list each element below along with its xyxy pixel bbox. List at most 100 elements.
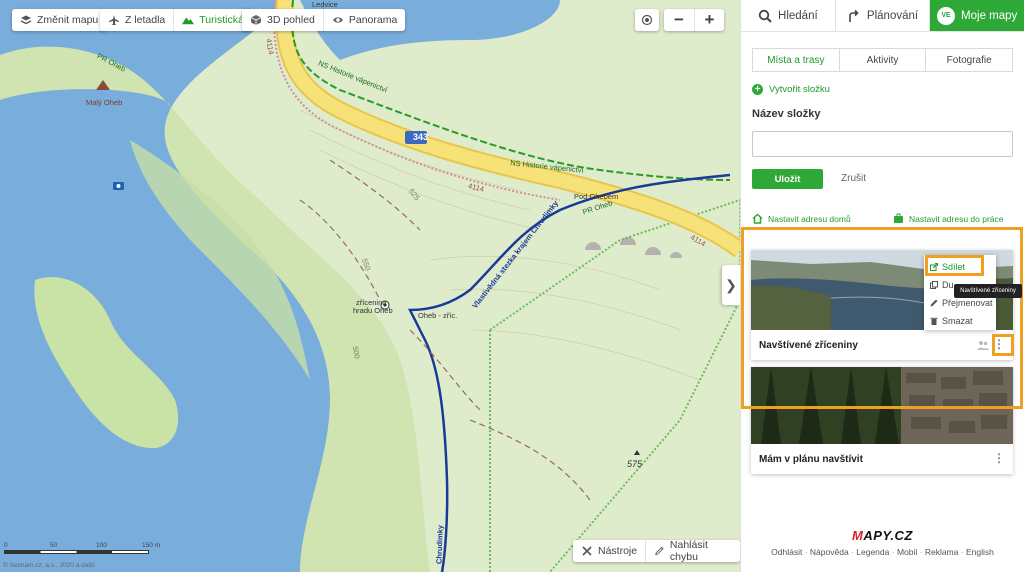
tab-places-routes[interactable]: Místa a trasy <box>753 49 839 71</box>
tools-label: Nástroje <box>598 545 638 557</box>
folder-name-label: Název složky <box>752 108 821 120</box>
delete-label: Smazat <box>942 316 973 326</box>
scale-tick: 0 <box>4 542 8 549</box>
tools-button[interactable]: Nástroje <box>573 540 645 562</box>
map-scale: 0 50 100 150 m <box>4 542 160 554</box>
cube-icon <box>250 15 262 25</box>
map-type-switcher[interactable]: Z letadla Turistická <box>100 9 252 31</box>
elevation-label: 575 <box>627 459 643 469</box>
save-button[interactable]: Uložit <box>752 169 823 189</box>
search-icon <box>758 9 772 23</box>
folder-card[interactable]: Mám v plánu navštívit ⋮ <box>751 367 1013 474</box>
footer-link-english[interactable]: English <box>961 547 994 557</box>
elevation-label: 500 <box>350 345 362 360</box>
locate-me-button[interactable] <box>635 9 659 31</box>
shared-users-icon <box>977 341 989 350</box>
folder-card-title: Mám v plánu navštívit ⋮ <box>751 444 1013 474</box>
aerial-map-label: Z letadla <box>125 14 166 26</box>
folder-title-text: Mám v plánu navštívit <box>759 453 863 465</box>
zoom-in-button[interactable]: + <box>694 9 724 31</box>
chevron-right-icon: ❯ <box>725 276 737 293</box>
panel-footer: Odhlásit Nápověda Legenda Mobil Reklama … <box>741 547 1024 557</box>
target-icon <box>641 14 653 26</box>
airplane-icon <box>109 15 119 25</box>
stop-label: Oheb - zříc. <box>418 311 458 320</box>
content-tabs: Místa a trasy Aktivity Fotografie <box>752 48 1013 72</box>
tourist-map-label: Turistická <box>199 14 244 26</box>
tools-icon <box>582 546 592 556</box>
briefcase-icon <box>894 213 903 223</box>
duplicate-label: Du <box>942 280 954 290</box>
pencil-icon <box>655 546 664 556</box>
folder-name-input[interactable] <box>752 131 1013 157</box>
poi-label: hradu Oheb <box>353 306 393 315</box>
footer-link-legend[interactable]: Legenda <box>851 547 889 557</box>
set-work-link[interactable]: Nastavit adresu do práce <box>893 213 1004 224</box>
mapy-cz-logo[interactable]: MAPY.CZ <box>852 528 913 543</box>
place-label: Pod Ohebem <box>574 192 619 201</box>
footer-link-logout[interactable]: Odhlásit <box>771 547 802 557</box>
folder-card-title: Navštívené zříceniny ⋮ <box>751 330 1013 360</box>
planning-tab-label: Plánování <box>866 9 919 22</box>
share-menu-item[interactable]: Sdílet <box>924 258 996 276</box>
map-copyright: © Seznam.cz, a.s., 2020 a další <box>3 562 95 569</box>
change-map-label: Změnit mapu <box>37 14 99 26</box>
peak-label: Malý Oheb <box>86 98 123 107</box>
home-icon <box>752 213 763 224</box>
cancel-button[interactable]: Zrušit <box>841 173 866 184</box>
aerial-map-button[interactable]: Z letadla <box>100 9 173 31</box>
tab-photos[interactable]: Fotografie <box>925 49 1012 71</box>
footer-link-ads[interactable]: Reklama <box>920 547 959 557</box>
more-options-button[interactable]: ⋮ <box>993 338 1005 350</box>
copy-icon <box>930 281 938 289</box>
more-options-button[interactable]: ⋮ <box>993 452 1005 464</box>
panorama-label: Panorama <box>348 14 398 26</box>
panel-top-nav: Hledání Plánování VE Moje mapy <box>741 0 1024 32</box>
share-icon <box>930 263 938 271</box>
3d-view-button[interactable]: 3D pohled <box>242 9 323 31</box>
report-error-button[interactable]: Nahlásit chybu <box>645 539 740 563</box>
my-maps-tab[interactable]: VE Moje mapy <box>930 0 1024 31</box>
report-error-label: Nahlásit chybu <box>669 539 708 563</box>
zoom-controls: − + <box>664 9 724 31</box>
place-label: Ledvice <box>312 0 338 9</box>
planning-tab[interactable]: Plánování <box>836 0 931 31</box>
plus-icon: + <box>752 84 763 95</box>
create-folder-label: Vytvořit složku <box>769 84 830 95</box>
view-switcher[interactable]: 3D pohled Panorama <box>242 9 406 31</box>
delete-menu-item[interactable]: Smazat <box>924 312 996 330</box>
trash-icon <box>930 317 938 325</box>
footer-link-mobile[interactable]: Mobil <box>892 547 918 557</box>
search-tab[interactable]: Hledání <box>741 0 836 31</box>
pencil-icon <box>930 299 938 307</box>
set-home-label: Nastavit adresu domů <box>768 213 851 224</box>
map-bottom-tools: Nástroje Nahlásit chybu <box>573 539 740 563</box>
create-folder-link[interactable]: + Vytvořit složku <box>752 84 830 95</box>
path-label: Chrudimky <box>434 524 445 565</box>
map-canvas[interactable]: 343 NS Historie vápenictví NS Historie v… <box>0 0 740 572</box>
tooltip: Navštívené zříceniny <box>954 284 1022 298</box>
tab-activities[interactable]: Aktivity <box>838 49 926 71</box>
layers-icon <box>20 15 32 25</box>
avatar: VE <box>937 6 956 25</box>
zoom-out-button[interactable]: − <box>664 9 694 31</box>
scale-tick: 150 m <box>142 542 161 549</box>
collapse-panel-button[interactable]: ❯ <box>722 265 740 305</box>
search-tab-label: Hledání <box>778 9 818 22</box>
road-shield-label: 343 <box>413 132 429 142</box>
panorama-button[interactable]: Panorama <box>322 9 405 31</box>
share-label: Sdílet <box>942 262 966 272</box>
footer-link-help[interactable]: Nápověda <box>805 547 849 557</box>
route-arrow-icon <box>849 9 859 22</box>
folder-title-text: Navštívené zříceniny <box>759 339 858 351</box>
tourist-map-button[interactable]: Turistická <box>173 9 252 31</box>
rename-label: Přejmenovat <box>942 298 993 308</box>
scale-bar <box>4 550 149 554</box>
set-home-link[interactable]: Nastavit adresu domů <box>752 213 851 224</box>
folder-card-image <box>751 367 1013 444</box>
my-maps-tab-label: Moje mapy <box>961 9 1018 22</box>
eye-icon <box>332 17 343 23</box>
change-map-button[interactable]: Změnit mapu <box>12 9 107 31</box>
scale-tick: 100 <box>96 542 107 549</box>
3d-view-label: 3D pohled <box>267 14 315 26</box>
